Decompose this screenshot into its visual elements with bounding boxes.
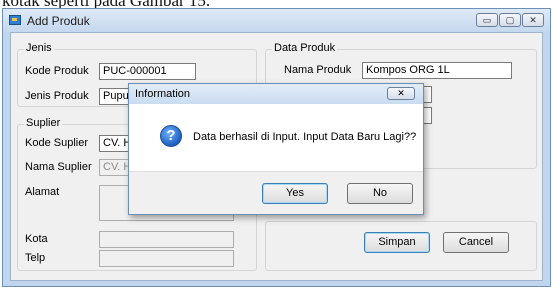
telp-field[interactable] bbox=[99, 250, 234, 267]
kode-suplier-label: Kode Suplier bbox=[25, 137, 88, 149]
no-button[interactable]: No bbox=[347, 183, 413, 204]
nama-suplier-label: Nama Suplier bbox=[25, 161, 92, 173]
alamat-label: Alamat bbox=[25, 186, 60, 198]
suplier-group-title: Suplier bbox=[24, 117, 63, 129]
window-title: Add Produk bbox=[27, 14, 90, 28]
question-icon: ? bbox=[160, 125, 182, 147]
cancel-button[interactable]: Cancel bbox=[443, 232, 509, 253]
dialog-button-bar: Yes No bbox=[129, 171, 423, 214]
simpan-button[interactable]: Simpan bbox=[364, 232, 430, 253]
jenis-produk-label: Jenis Produk bbox=[25, 90, 89, 102]
action-buttons-group: Simpan Cancel bbox=[265, 221, 537, 271]
window-titlebar[interactable]: Add Produk ▭ ▢ ✕ bbox=[3, 9, 550, 32]
kode-produk-field[interactable]: PUC-000001 bbox=[99, 63, 196, 80]
data-produk-group-title: Data Produk bbox=[272, 42, 338, 54]
nama-produk-label: Nama Produk bbox=[284, 64, 352, 76]
dialog-titlebar[interactable]: Information ✕ bbox=[129, 84, 423, 104]
kota-label: Kota bbox=[25, 233, 48, 245]
jenis-group-title: Jenis bbox=[24, 42, 54, 54]
maximize-button[interactable]: ▢ bbox=[499, 13, 521, 27]
kode-produk-label: Kode Produk bbox=[25, 65, 89, 77]
close-button[interactable]: ✕ bbox=[522, 13, 544, 27]
nama-produk-field[interactable]: Kompos ORG 1L bbox=[362, 62, 512, 79]
dialog-title: Information bbox=[135, 88, 191, 100]
app-form-icon bbox=[9, 15, 21, 25]
yes-button[interactable]: Yes bbox=[262, 183, 328, 204]
kota-field[interactable] bbox=[99, 231, 234, 248]
dialog-close-button[interactable]: ✕ bbox=[387, 87, 415, 100]
telp-label: Telp bbox=[25, 252, 46, 264]
minimize-button[interactable]: ▭ bbox=[476, 13, 498, 27]
information-dialog: Information ✕ ? Data berhasil di Input. … bbox=[128, 83, 424, 215]
dialog-message: Data berhasil di Input. Input Data Baru … bbox=[193, 131, 417, 143]
